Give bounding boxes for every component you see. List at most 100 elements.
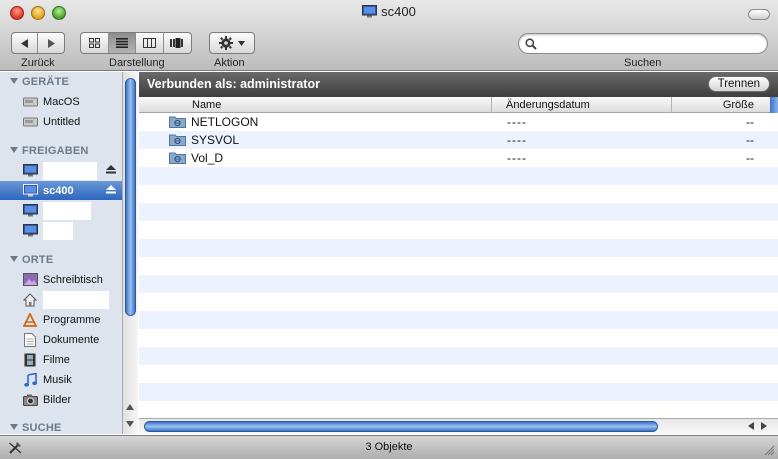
table-row[interactable]: NETLOGON ---- -- (139, 113, 778, 131)
coverflow-view-icon (170, 38, 184, 48)
column-header-name[interactable]: Name (139, 97, 492, 113)
sidebar: GERÄTE MacOS Untitled FREIGABEN sc400 OR… (0, 72, 138, 434)
scroll-up-arrow-icon[interactable] (126, 404, 134, 410)
hard-drive-icon (22, 95, 38, 109)
coverflow-view-button[interactable] (164, 33, 191, 53)
search-icon (525, 38, 537, 53)
server-monitor-icon (22, 184, 38, 198)
scroll-right-arrow-icon[interactable] (761, 422, 767, 430)
action-button-content (210, 33, 254, 53)
network-folder-icon (169, 115, 186, 131)
icon-view-button[interactable] (81, 33, 109, 53)
sidebar-item-desktop[interactable]: Schreibtisch (0, 270, 122, 289)
home-icon (22, 292, 38, 307)
resize-grip-icon[interactable] (764, 445, 775, 456)
sidebar-item-share-1[interactable] (0, 161, 122, 180)
server-monitor-icon (22, 204, 38, 218)
action-label: Aktion (214, 57, 245, 69)
disclosure-triangle-icon (10, 424, 18, 430)
column-sort-indicator (770, 97, 778, 113)
scroll-left-arrow-icon[interactable] (748, 422, 754, 430)
back-forward-control (11, 32, 65, 54)
empty-row (139, 239, 778, 257)
column-view-button[interactable] (136, 33, 164, 53)
empty-row (139, 167, 778, 185)
gear-icon (219, 36, 233, 50)
sidebar-header-places-label: ORTE (22, 254, 54, 266)
sidebar-item-label: Musik (43, 373, 72, 386)
connection-status: Verbunden als: administrator (147, 77, 320, 91)
search-field[interactable] (518, 33, 768, 54)
sidebar-item-untitled[interactable]: Untitled (0, 112, 122, 131)
list-view-icon (115, 38, 128, 48)
table-row[interactable]: SYSVOL ---- -- (139, 131, 778, 149)
scroll-down-arrow-icon[interactable] (126, 421, 134, 427)
server-monitor-icon (362, 5, 378, 21)
file-modified: ---- (507, 151, 527, 165)
empty-row (139, 311, 778, 329)
list-view-button[interactable] (108, 33, 136, 53)
sidebar-item-macos[interactable]: MacOS (0, 92, 122, 111)
sidebar-header-devices-label: GERÄTE (22, 76, 70, 88)
connection-bar: Verbunden als: administrator Trennen (139, 72, 778, 97)
arrow-right-icon (48, 38, 55, 48)
file-name: Vol_D (191, 151, 224, 165)
eject-icon[interactable] (106, 185, 116, 197)
sidebar-item-label: sc400 (43, 184, 74, 197)
window-title-area: sc400 (0, 4, 778, 21)
file-list: NETLOGON ---- -- SYSVOL ---- -- Vol_D --… (139, 113, 778, 419)
empty-row (139, 203, 778, 221)
status-bar: 3 Objekte (0, 435, 778, 459)
file-size: -- (746, 133, 754, 147)
sidebar-header-search[interactable]: SUCHE (10, 422, 62, 434)
column-header-size[interactable]: Größe (672, 97, 778, 113)
file-name: SYSVOL (191, 133, 240, 147)
redacted-label (43, 201, 91, 220)
sidebar-item-sc400[interactable]: sc400 (0, 181, 122, 200)
sidebar-scrollbar[interactable] (122, 72, 138, 434)
column-view-icon (142, 38, 156, 48)
network-folder-icon (169, 133, 186, 149)
sidebar-header-devices[interactable]: GERÄTE (10, 76, 69, 88)
applications-icon (22, 312, 38, 327)
redacted-label (43, 290, 109, 309)
sidebar-item-share-4[interactable] (0, 221, 122, 240)
disconnect-button[interactable]: Trennen (707, 76, 770, 92)
sidebar-item-music[interactable]: Musik (0, 370, 122, 389)
sidebar-item-applications[interactable]: Programme (0, 310, 122, 329)
sidebar-item-home[interactable] (0, 290, 122, 309)
music-note-icon (22, 372, 38, 387)
column-header-modified[interactable]: Änderungsdatum (492, 97, 672, 113)
sidebar-scroll-thumb[interactable] (125, 78, 136, 316)
sidebar-item-movies[interactable]: Filme (0, 350, 122, 369)
eject-icon[interactable] (106, 165, 116, 177)
file-name: NETLOGON (191, 115, 259, 129)
server-monitor-icon (22, 164, 38, 178)
table-row[interactable]: Vol_D ---- -- (139, 149, 778, 167)
sidebar-item-label: Filme (43, 353, 70, 366)
toolbar-toggle-button[interactable] (748, 9, 770, 20)
sidebar-item-share-3[interactable] (0, 201, 122, 220)
sidebar-header-shares[interactable]: FREIGABEN (10, 145, 89, 157)
horizontal-scroll-thumb[interactable] (144, 421, 658, 432)
column-header-row: Name Änderungsdatum Größe (139, 97, 778, 113)
file-modified: ---- (507, 115, 527, 129)
forward-button[interactable] (38, 33, 64, 53)
icon-view-icon (88, 38, 100, 48)
server-monitor-icon (22, 224, 38, 238)
empty-row (139, 383, 778, 401)
sidebar-header-places[interactable]: ORTE (10, 254, 53, 266)
item-count: 3 Objekte (365, 441, 413, 453)
horizontal-scrollbar[interactable] (139, 418, 778, 434)
sidebar-item-documents[interactable]: Dokumente (0, 330, 122, 349)
sidebar-item-label: Dokumente (43, 333, 100, 346)
sidebar-item-label: Untitled (43, 115, 81, 128)
action-menu-button[interactable] (209, 32, 255, 54)
file-modified: ---- (507, 133, 527, 147)
redacted-label (43, 221, 73, 240)
back-button[interactable] (12, 33, 38, 53)
sidebar-item-pictures[interactable]: Bilder (0, 390, 122, 409)
hard-drive-icon (22, 115, 38, 129)
search-label: Suchen (624, 57, 662, 69)
chevron-down-icon (238, 40, 245, 46)
